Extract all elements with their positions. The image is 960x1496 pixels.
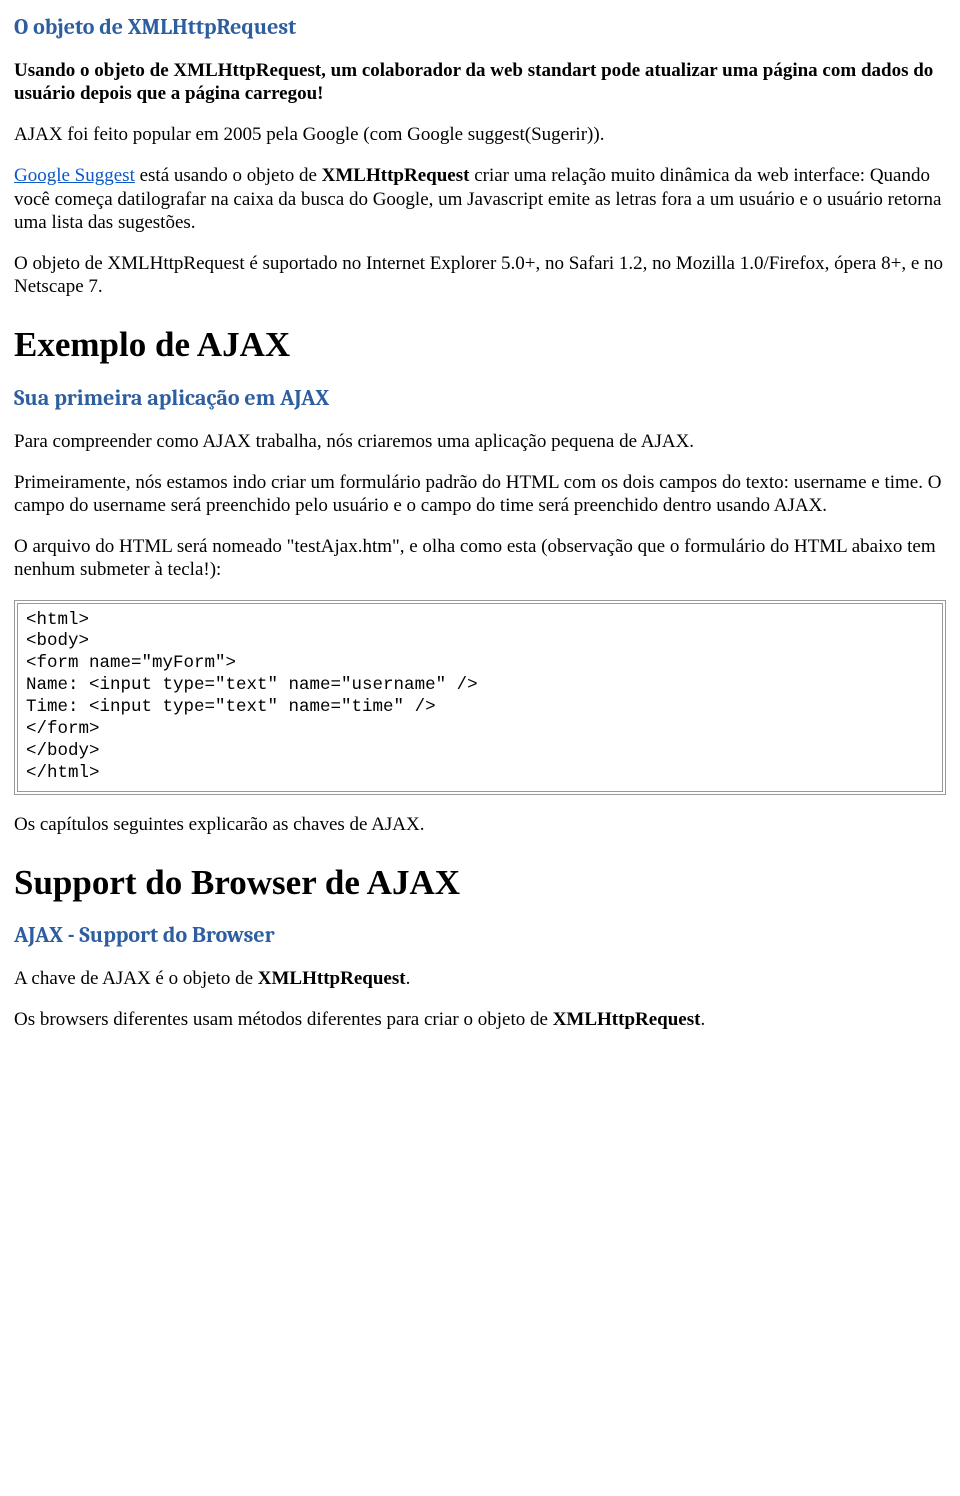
text: Os browsers diferentes usam métodos dife… [14,1009,553,1030]
paragraph: O arquivo do HTML será nomeado "testAjax… [14,535,946,581]
paragraph: Os browsers diferentes usam métodos dife… [14,1008,946,1031]
text: . [406,968,411,989]
bold-text: XMLHttpRequest [553,1009,701,1030]
section-heading-xhr-object: O objeto de XMLHttpRequest [14,14,946,41]
h1-exemplo-ajax: Exemplo de AJAX [14,324,946,367]
paragraph: Para compreender como AJAX trabalha, nós… [14,430,946,453]
paragraph-bold: Usando o objeto de XMLHttpRequest, um co… [14,60,933,104]
google-suggest-link[interactable]: Google Suggest [14,165,135,186]
paragraph: Google Suggest está usando o objeto de X… [14,164,946,234]
text: está usando o objeto de [135,165,322,186]
section-heading-first-app: Sua primeira aplicação em AJAX [14,385,946,412]
h1-browser-support: Support do Browser de AJAX [14,862,946,905]
code-block: <html> <body> <form name="myForm"> Name:… [26,610,934,785]
paragraph: O objeto de XMLHttpRequest é suportado n… [14,252,946,298]
paragraph: Usando o objeto de XMLHttpRequest, um co… [14,59,946,105]
bold-text: XMLHttpRequest [258,968,406,989]
bold-text: XMLHttpRequest [322,165,470,186]
paragraph: Primeiramente, nós estamos indo criar um… [14,471,946,517]
code-block-frame: <html> <body> <form name="myForm"> Name:… [14,600,946,795]
code-block-inner: <html> <body> <form name="myForm"> Name:… [17,603,943,792]
paragraph: A chave de AJAX é o objeto de XMLHttpReq… [14,967,946,990]
text: A chave de AJAX é o objeto de [14,968,258,989]
section-heading-browser-support: AJAX - Support do Browser [14,922,946,949]
text: . [700,1009,705,1030]
paragraph: AJAX foi feito popular em 2005 pela Goog… [14,123,946,146]
paragraph: Os capítulos seguintes explicarão as cha… [14,813,946,836]
